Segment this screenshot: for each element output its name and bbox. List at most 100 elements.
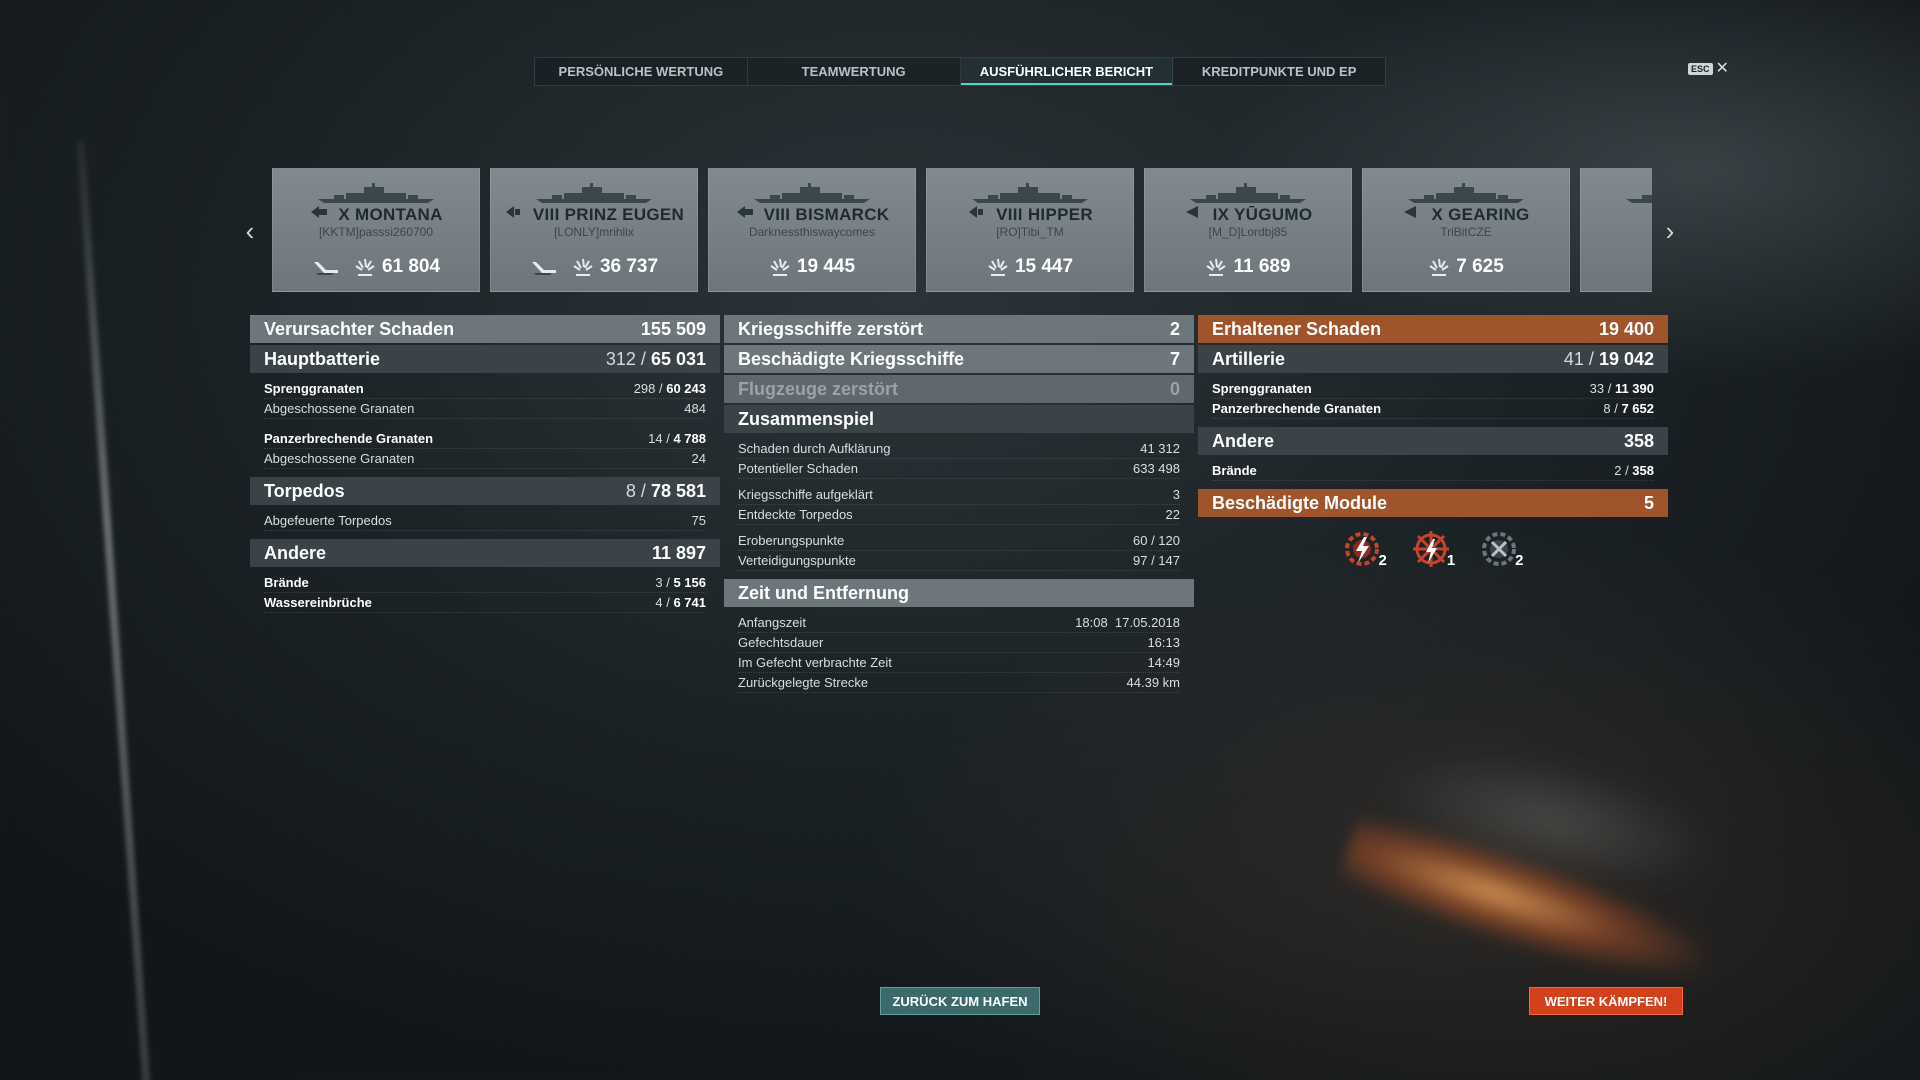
time-distance-label: Zeit und Entfernung [738,582,909,603]
cruiser-icon [969,206,984,218]
other-received-damage: 358 [1623,430,1654,451]
module-steering-count: 1 [1446,552,1456,569]
ship-damage-value: 15 447 [1014,256,1074,277]
ap-fired-value: 24 [691,451,706,466]
module-steering[interactable]: 1 [1411,529,1455,569]
damage-received-total: 19 400 [1598,318,1654,339]
main-battery-hits: 312 [605,348,636,369]
ship-damage-value: 36 737 [599,256,659,277]
damage-icon [1429,258,1449,276]
ship-silhouette-icon [1190,183,1306,203]
ship-player-name: [RO]Tibi_TM [996,225,1064,239]
torpedoes-rows: Abgefeuerte Torpedos 75 [250,507,720,539]
ap-received-hits: 8 [1603,401,1611,416]
ship-silhouette-icon [318,183,434,203]
torpedoes-label: Torpedos [264,480,345,501]
damage-icon [573,258,593,276]
torpedoes-hits: 8 [625,480,636,501]
fires-dealt-row: Brände 3 / 5 156 [264,573,706,593]
module-turret[interactable]: 2 [1479,529,1524,569]
tab-personal-score[interactable]: PERSÖNLICHE WERTUNG [535,58,748,85]
ship-name: VIII BISMARCK [709,204,915,225]
ship-silhouette-icon [972,183,1088,203]
ship-card[interactable]: X GEARING TriBitCZE 7 625 [1362,168,1570,292]
ship-list: X MONTANA [KKTM]passsi260700 61 804 VIII… [272,168,1652,292]
time-in-battle-row: Im Gefecht verbrachte Zeit 14:49 [738,653,1180,673]
carousel-next-button[interactable]: › [1660,216,1680,247]
fires-received-damage: 358 [1632,463,1654,478]
battle-duration-row: Gefechtsdauer 16:13 [738,633,1180,653]
ship-tier: VIII [996,205,1023,224]
fires-dealt-damage: 5 156 [673,575,706,590]
close-button[interactable]: ESC ✕ [1688,61,1729,77]
carousel-prev-button[interactable]: ‹ [240,216,260,247]
start-time-row: Anfangszeit 18:08 17.05.2018 [738,613,1180,633]
torpedoes-damage: 78 581 [650,480,706,501]
planes-destroyed-header: Flugzeuge zerstört 0 [724,375,1194,403]
ship-name: VIII HIPPER [927,204,1133,225]
tab-team-score[interactable]: TEAMWERTUNG [748,58,961,85]
he-received-hits: 33 [1589,381,1605,396]
ship-silhouette-icon [1626,195,1652,203]
ship-tier: VIII [763,205,791,224]
back-to-port-button[interactable]: ZURÜCK ZUM HAFEN [880,987,1040,1015]
distance-value: 44.39 km [1126,675,1180,690]
ship-card[interactable]: X MONTANA [KKTM]passsi260700 61 804 [272,168,480,292]
ship-damage-value: 11 689 [1233,256,1291,277]
fires-received-row: Brände 2 / 358 [1212,461,1654,481]
other-dealt-header: Andere 11 897 [250,539,720,567]
damage-dealt-panel: Verursachter Schaden 155 509 Hauptbatter… [250,315,720,621]
tab-bar: PERSÖNLICHE WERTUNG TEAMWERTUNG AUSFÜHRL… [534,57,1386,86]
steering-damaged-icon [1412,531,1449,567]
artillery-damage: 19 042 [1598,348,1654,369]
ap-shells-hits: 14 [648,431,663,446]
ship-card[interactable]: IX YŪGUMO [M_D]Lordbj85 11 689 [1144,168,1352,292]
ship-damage-value: 19 445 [796,256,856,277]
other-received-header: Andere 358 [1198,427,1668,455]
ship-player-name: [LONLY]mrihlix [554,225,634,239]
ships-spotted-value: 3 [1172,487,1180,502]
ship-card[interactable]: VIII HIPPER [RO]Tibi_TM 15 447 [926,168,1134,292]
teamwork-header: Zusammenspiel [724,405,1194,433]
potential-damage-row: Potentieller Schaden 633 498 [738,459,1180,479]
engine-damaged-icon [1345,532,1380,566]
ship-name: IX YŪGUMO [1145,204,1351,225]
esc-key-label: ESC [1688,63,1713,75]
continue-battle-button[interactable]: WEITER KÄMPFEN! [1529,987,1683,1015]
time-distance-header: Zeit und Entfernung [724,579,1194,607]
main-battery-damage: 65 031 [650,348,706,369]
ships-destroyed-label: Kriegsschiffe zerstört [738,318,924,339]
ship-card[interactable]: X G [S [1580,168,1652,292]
capture-points-label: Eroberungspunkte [738,533,845,548]
tab-credits-xp[interactable]: KREDITPUNKTE UND EP [1173,58,1385,85]
damage-received-panel: Erhaltener Schaden 19 400 Artillerie 41 … [1198,315,1668,569]
ship-card[interactable]: VIII PRINZ EUGEN [LONLY]mrihlix 36 737 [490,168,698,292]
ship-card[interactable]: VIII BISMARCK Darknessthiswaycomes 19 44… [708,168,916,292]
torpedoes-spotted-row: Entdeckte Torpedos 22 [738,505,1180,525]
ap-shells-row: Panzerbrechende Granaten 14 / 4 788 [264,429,706,449]
ship-name: X GEARING [1363,204,1569,225]
start-time-value: 18:08 17.05.2018 [1075,615,1180,630]
damage-received-header: Erhaltener Schaden 19 400 [1198,315,1668,343]
defense-points-row: Verteidigungspunkte 97 / 147 [738,551,1180,571]
ship-player-name: TriBitCZE [1440,225,1492,239]
ship-stats: 7 625 [1363,256,1569,278]
artillery-rows: Sprenggranaten 33 / 11 390 Panzerbrechen… [1198,375,1668,427]
damage-icon [355,258,375,276]
ship-silhouette-icon [1408,183,1524,203]
turret-destroyed-icon [1482,532,1517,566]
defense-points-label: Verteidigungspunkte [738,553,856,568]
spotting-damage-value: 41 312 [1140,441,1180,456]
torpedoes-spotted-value: 22 [1165,507,1180,522]
ap-shells-label: Panzerbrechende Granaten [264,431,434,446]
ship-stats: 61 804 [273,256,479,278]
ship-stats: 15 447 [927,256,1133,278]
ship-name: VIII PRINZ EUGEN [491,204,697,225]
damaged-modules-list: 2 1 2 [1198,529,1668,569]
ship-name-label: MONTANA [354,205,443,224]
ship-player-name: [KKTM]passsi260700 [318,225,434,239]
plane-icon [313,262,338,275]
module-engine[interactable]: 2 [1342,529,1387,569]
torpedoes-spotted-label: Entdeckte Torpedos [738,507,853,522]
tab-detailed-report[interactable]: AUSFÜHRLICHER BERICHT [960,58,1174,85]
